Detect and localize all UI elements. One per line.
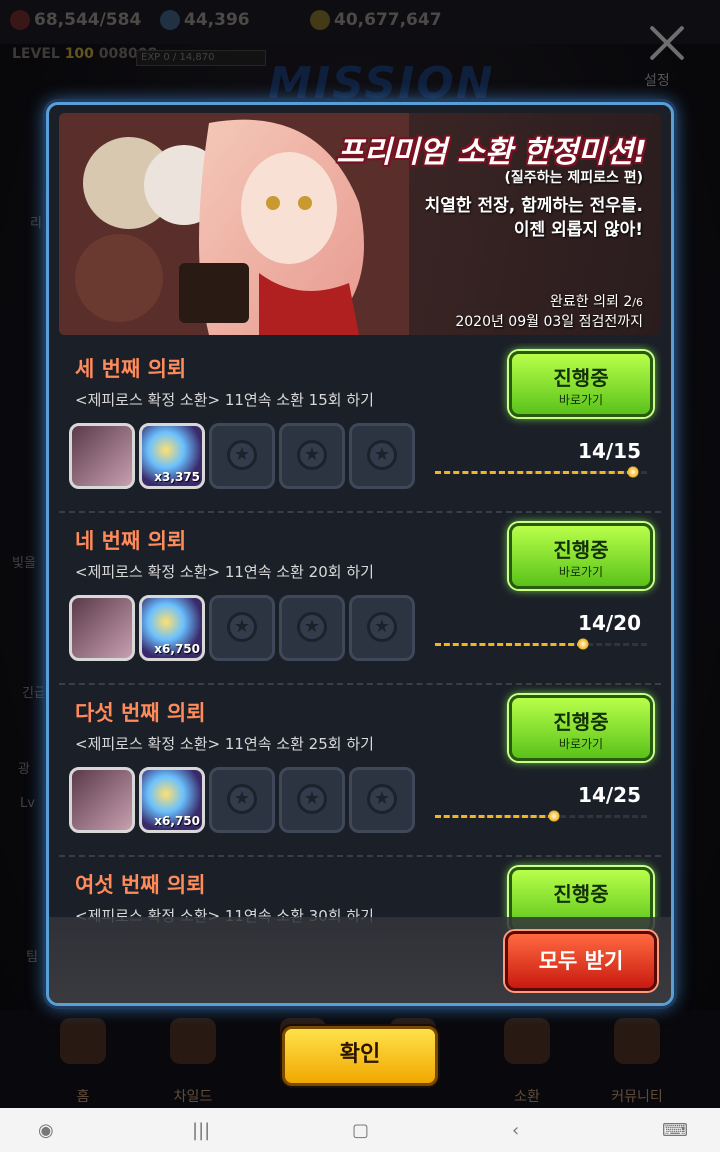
progress-spark <box>577 638 589 650</box>
progress-spark <box>627 466 639 478</box>
claim-all-button[interactable]: 모두 받기 <box>505 931 657 991</box>
go-button-sublabel: 바로가기 <box>558 737 604 751</box>
go-button[interactable]: 진행중 바로가기 <box>509 523 653 589</box>
completed-requests: 완료한 의뢰 2/6 <box>550 291 643 311</box>
empty-reward-slot: ★ <box>349 595 415 661</box>
quest-description: <제피로스 확정 소환> 11연속 소환 15회 하기 <box>75 391 374 409</box>
star-icon: ★ <box>227 784 257 814</box>
go-button[interactable]: 진행중 바로가기 <box>509 695 653 761</box>
quest-title: 다섯 번째 의뢰 <box>75 701 206 725</box>
completed-value: 2 <box>623 294 633 310</box>
quest-count: 14/25 <box>578 783 641 807</box>
quest-description: <제피로스 확정 소환> 11연속 소환 25회 하기 <box>75 735 374 753</box>
empty-reward-slot: ★ <box>349 767 415 833</box>
quest-title: 세 번째 의뢰 <box>75 357 187 381</box>
go-button[interactable]: 진행중 바로가기 <box>509 351 653 417</box>
quest-item: 다섯 번째 의뢰 <제피로스 확정 소환> 11연속 소환 25회 하기 x6,… <box>59 687 661 857</box>
quest-description: <제피로스 확정 소환> 11연속 소환 20회 하기 <box>75 563 374 581</box>
completed-label: 완료한 의뢰 <box>550 294 619 310</box>
reward-quantity: x6,750 <box>154 642 200 656</box>
event-deadline: 2020년 09월 03일 점검전까지 <box>455 314 643 330</box>
gem-reward[interactable]: x6,750 <box>139 767 205 833</box>
reward-quantity: x6,750 <box>154 814 200 828</box>
gem-reward[interactable]: x6,750 <box>139 595 205 661</box>
banner-subtitle: (질주하는 제피로스 편) <box>504 170 643 186</box>
go-button-label: 진행중 <box>553 710 609 734</box>
go-button-sublabel: 바로가기 <box>558 565 604 579</box>
progress-spark <box>548 810 560 822</box>
progress-fill <box>435 471 633 474</box>
recents-icon[interactable]: ||| <box>192 1120 210 1141</box>
star-icon: ★ <box>227 440 257 470</box>
star-icon: ★ <box>227 612 257 642</box>
go-button-label: 진행중 <box>553 882 609 906</box>
empty-reward-slot: ★ <box>279 423 345 489</box>
quest-progress-bar <box>435 810 647 822</box>
character-reward[interactable] <box>69 767 135 833</box>
character-reward[interactable] <box>69 423 135 489</box>
banner-line: 치열한 전장, 함께하는 전우들. <box>424 196 643 216</box>
star-icon: ★ <box>297 440 327 470</box>
event-banner: 프리미엄 소환 한정미션! (질주하는 제피로스 편) 치열한 전장, 함께하는… <box>59 113 661 335</box>
confirm-button[interactable]: 확인 <box>282 1026 438 1086</box>
banner-title: 프리미엄 소환 한정미션! <box>336 135 647 170</box>
quest-progress-bar <box>435 638 647 650</box>
banner-line: 이젠 외롭지 않아! <box>513 220 643 240</box>
empty-reward-slot: ★ <box>279 767 345 833</box>
quest-item: 세 번째 의뢰 <제피로스 확정 소환> 11연속 소환 15회 하기 x3,3… <box>59 343 661 513</box>
go-button-label: 진행중 <box>553 366 609 390</box>
keyboard-toggle-icon[interactable]: ⌨ <box>662 1120 688 1141</box>
star-icon: ★ <box>367 784 397 814</box>
star-icon: ★ <box>297 784 327 814</box>
home-button-icon[interactable]: ▢ <box>352 1120 369 1141</box>
empty-reward-slot: ★ <box>279 595 345 661</box>
completed-total: /6 <box>632 296 643 309</box>
empty-reward-slot: ★ <box>209 595 275 661</box>
quest-title: 네 번째 의뢰 <box>75 529 187 553</box>
back-icon[interactable]: ‹ <box>512 1120 519 1141</box>
quest-count: 14/20 <box>578 611 641 635</box>
reward-quantity: x3,375 <box>154 470 200 484</box>
character-reward[interactable] <box>69 595 135 661</box>
quest-count: 14/15 <box>578 439 641 463</box>
star-icon: ★ <box>367 440 397 470</box>
quest-list[interactable]: 세 번째 의뢰 <제피로스 확정 소환> 11연속 소환 15회 하기 x3,3… <box>59 343 661 943</box>
gem-reward[interactable]: x3,375 <box>139 423 205 489</box>
game-launcher-icon[interactable]: ◉ <box>38 1120 54 1141</box>
mission-modal: 프리미엄 소환 한정미션! (질주하는 제피로스 편) 치열한 전장, 함께하는… <box>46 102 674 1006</box>
go-button-sublabel: 바로가기 <box>558 393 604 407</box>
quest-progress-bar <box>435 466 647 478</box>
go-button-label: 진행중 <box>553 538 609 562</box>
star-icon: ★ <box>367 612 397 642</box>
progress-fill <box>435 643 583 646</box>
system-nav-bar: ◉ ||| ▢ ‹ ⌨ <box>0 1108 720 1152</box>
empty-reward-slot: ★ <box>209 767 275 833</box>
quest-title: 여섯 번째 의뢰 <box>75 873 206 897</box>
empty-reward-slot: ★ <box>209 423 275 489</box>
progress-fill <box>435 815 554 818</box>
star-icon: ★ <box>297 612 327 642</box>
quest-item: 네 번째 의뢰 <제피로스 확정 소환> 11연속 소환 20회 하기 x6,7… <box>59 515 661 685</box>
empty-reward-slot: ★ <box>349 423 415 489</box>
